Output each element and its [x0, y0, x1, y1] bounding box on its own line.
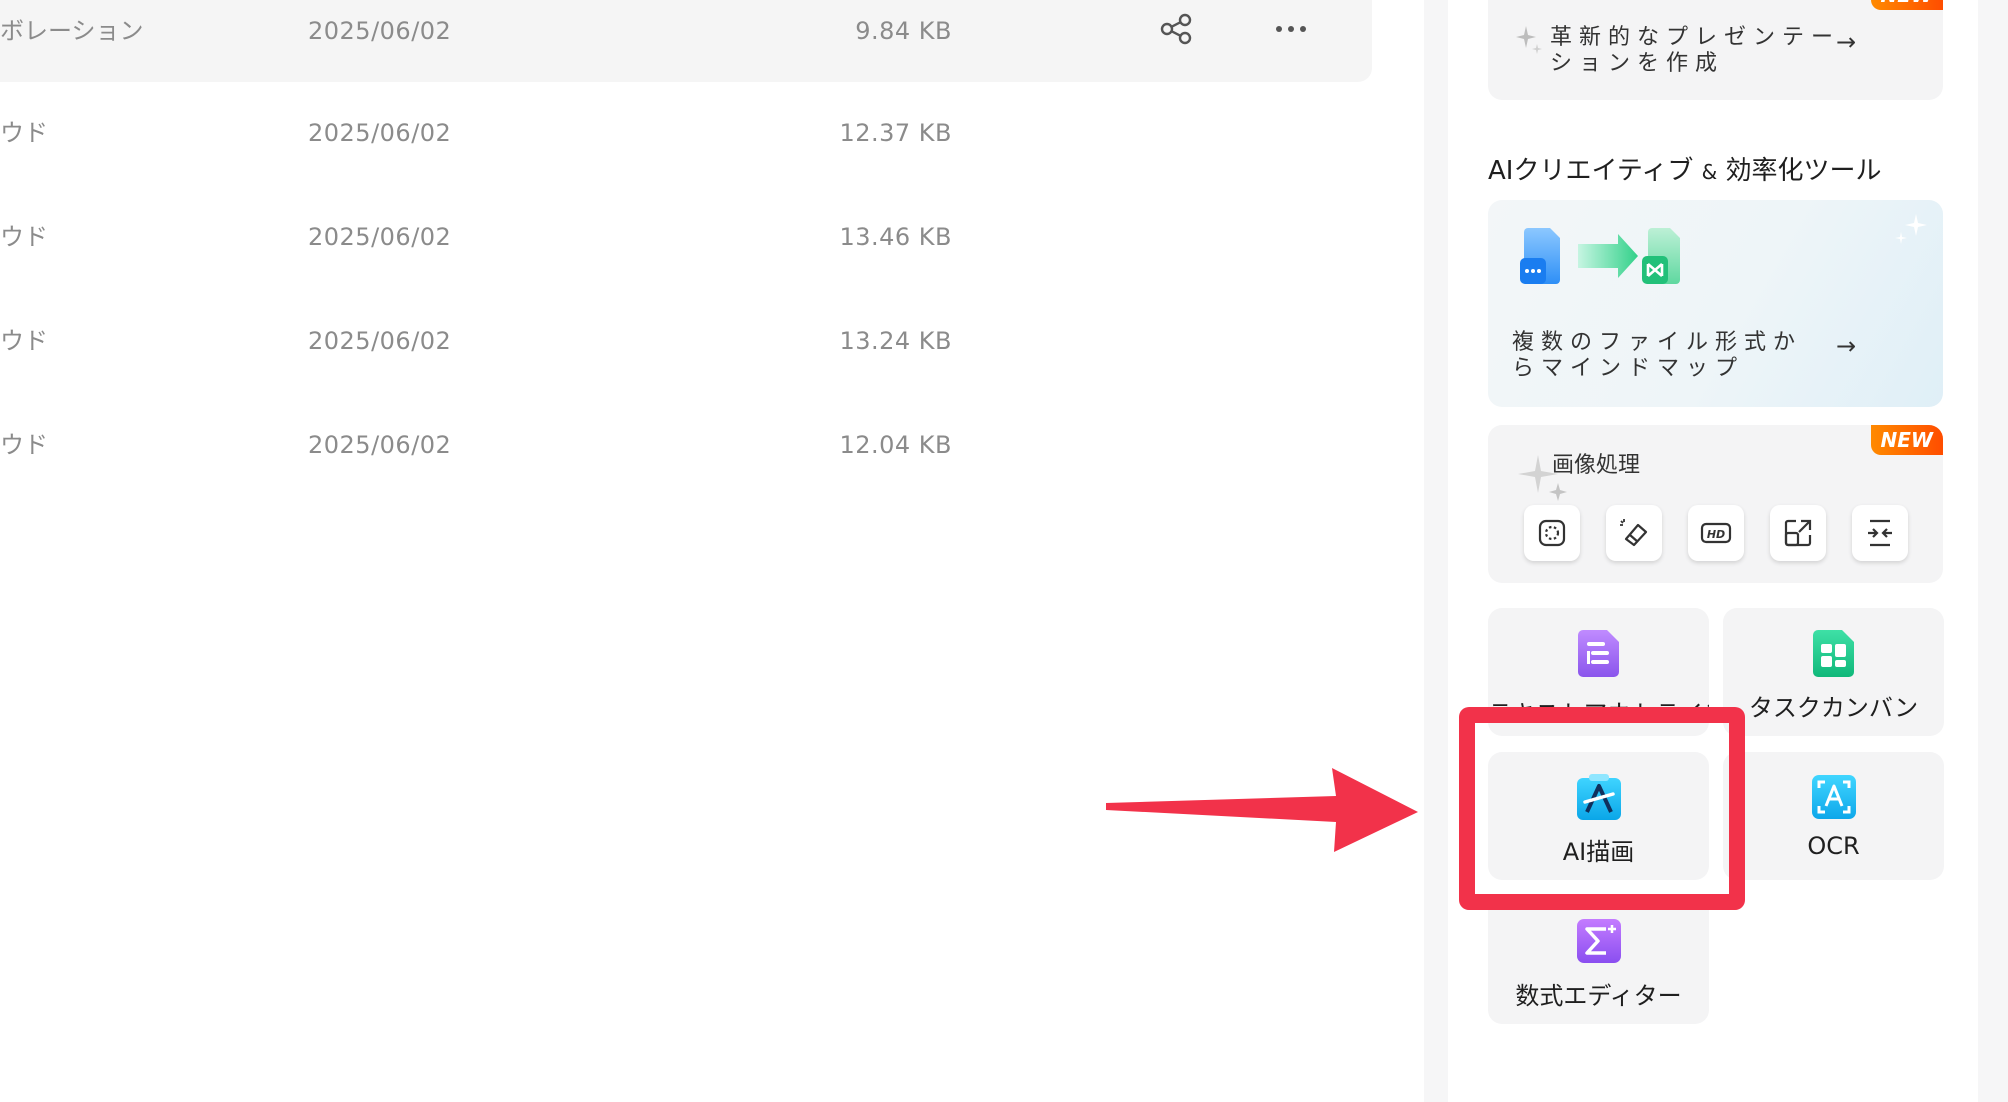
sparkle-icon — [1516, 26, 1542, 54]
kanban-icon — [1812, 630, 1854, 677]
file-name: ウド — [0, 119, 48, 147]
file-date: 2025/06/02 — [308, 17, 452, 45]
file-size: 13.24 KB — [839, 327, 952, 355]
panel-divider — [1424, 0, 1448, 1102]
share-icon[interactable] — [1158, 12, 1194, 46]
section-title: AIクリエイティブ & 効率化ツール — [1488, 156, 1882, 186]
sparkle-icon — [1895, 214, 1927, 244]
file-date: 2025/06/02 — [308, 119, 452, 147]
file-size: 13.46 KB — [839, 223, 952, 251]
outline-icon — [1577, 630, 1619, 677]
file-date: 2025/06/02 — [308, 431, 452, 459]
file-row[interactable]: ウド 2025/06/02 12.04 KB — [0, 414, 1372, 494]
app-tile-label: テキストアウトライン — [1488, 700, 1709, 714]
app-tile-label: 数式エディター — [1515, 982, 1682, 1010]
card-text: 革新的なプレゼンテーションを作成 — [1550, 25, 1841, 76]
app-tile-formula-editor[interactable]: 数式エディター — [1488, 896, 1709, 1024]
image-processing-card: NEW 画像処理 HD — [1488, 425, 1943, 583]
app-tile-ocr[interactable]: OCR — [1723, 752, 1944, 880]
file-name: ウド — [0, 431, 48, 459]
eraser-icon[interactable] — [1606, 505, 1662, 561]
file-to-mindmap-card[interactable]: 複数のファイル形式からマインドマップ → — [1488, 200, 1943, 407]
file-size: 9.84 KB — [855, 17, 952, 45]
app-tile-task-kanban[interactable]: タスクカンバン — [1723, 608, 1944, 736]
ocr-icon — [1811, 775, 1856, 819]
file-size: 12.37 KB — [839, 119, 952, 147]
compress-icon[interactable] — [1852, 505, 1908, 561]
file-row[interactable]: ウド 2025/06/02 13.46 KB — [0, 206, 1372, 286]
file-name: ウド — [0, 327, 48, 355]
new-badge: NEW — [1870, 425, 1943, 455]
file-convert-icon — [1520, 228, 1680, 284]
app-tile-label: OCR — [1807, 832, 1860, 860]
file-date: 2025/06/02 — [308, 327, 452, 355]
create-presentation-card[interactable]: NEW 革新的なプレゼンテーションを作成 → — [1488, 0, 1943, 100]
image-processing-title: 画像処理 — [1552, 453, 1641, 478]
arrow-right-icon: → — [1836, 28, 1857, 56]
svg-text:HD: HD — [1707, 528, 1725, 541]
file-size: 12.04 KB — [839, 431, 952, 459]
card-text: 複数のファイル形式からマインドマップ — [1512, 330, 1803, 381]
app-tile-text-outline[interactable]: テキストアウトライン — [1488, 608, 1709, 736]
window-edge — [1978, 0, 2008, 1102]
formula-icon — [1576, 919, 1621, 963]
file-name: ウド — [0, 223, 48, 251]
file-row[interactable]: ボレーション 2025/06/02 9.84 KB — [0, 0, 1372, 82]
file-row[interactable]: ウド 2025/06/02 12.37 KB — [0, 102, 1372, 182]
ai-drawing-icon — [1576, 774, 1621, 820]
expand-image-icon[interactable] — [1770, 505, 1826, 561]
app-tile-label: タスクカンバン — [1748, 694, 1919, 722]
file-row[interactable]: ウド 2025/06/02 13.24 KB — [0, 310, 1372, 390]
more-icon[interactable] — [1273, 12, 1309, 46]
remove-background-icon[interactable] — [1524, 505, 1580, 561]
arrow-right-icon: → — [1836, 332, 1857, 360]
new-badge: NEW — [1870, 0, 1943, 10]
app-tile-label: AI描画 — [1562, 838, 1635, 866]
file-date: 2025/06/02 — [308, 223, 452, 251]
hd-upscale-icon[interactable]: HD — [1688, 505, 1744, 561]
app-tile-ai-drawing[interactable]: AI描画 — [1488, 752, 1709, 880]
file-name: ボレーション — [0, 17, 144, 45]
pointer-arrow — [1106, 768, 1418, 852]
